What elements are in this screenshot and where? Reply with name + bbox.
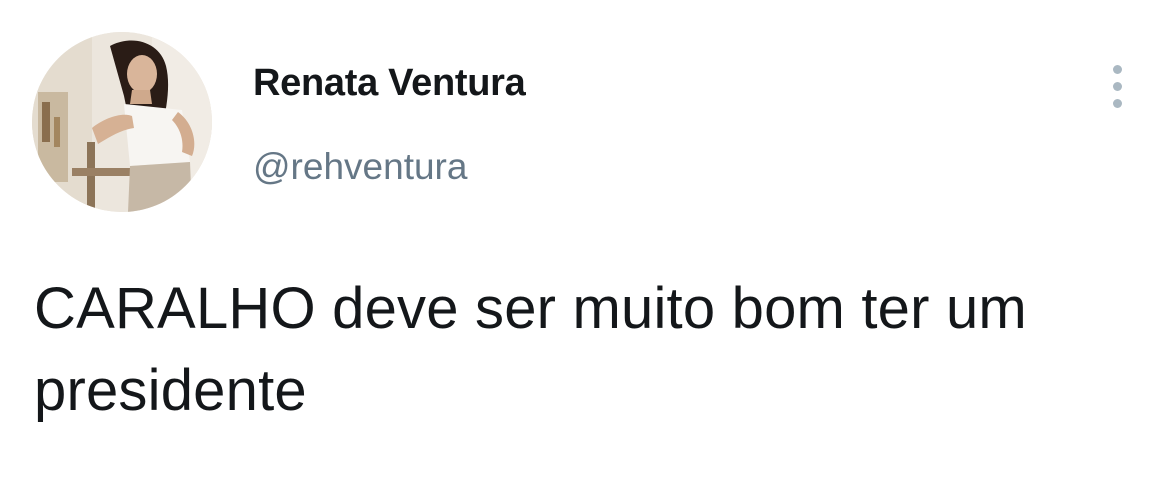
tweet-text: CARALHO deve ser muito bom ter um presid… (34, 276, 1027, 423)
author-handle[interactable]: @rehventura (253, 146, 467, 188)
profile-photo-icon (32, 32, 212, 212)
more-options-button[interactable] (1100, 62, 1136, 112)
avatar[interactable] (32, 32, 212, 212)
tweet-card: Renata Ventura @rehventura CARALHO deve … (0, 0, 1169, 477)
author-display-name[interactable]: Renata Ventura (253, 62, 526, 105)
